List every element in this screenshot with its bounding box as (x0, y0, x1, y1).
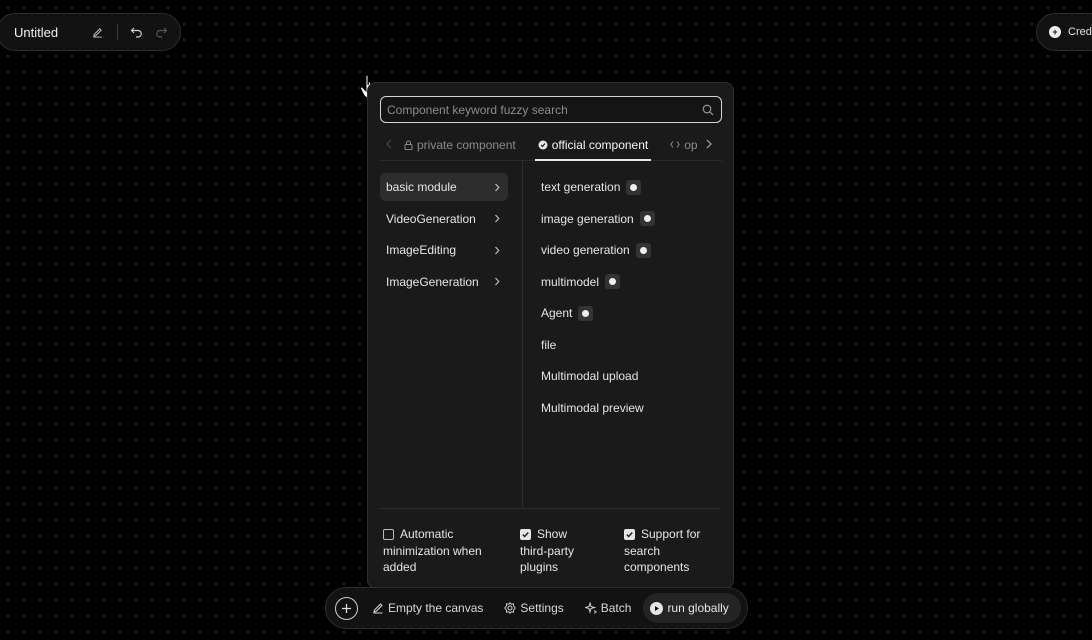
empty-canvas-button[interactable]: Empty the canvas (372, 601, 483, 615)
tab-label: private component (417, 137, 516, 152)
component-tabs: private component official component op (380, 129, 722, 161)
component-text-generation[interactable]: text generation (541, 173, 655, 201)
category-basic-module[interactable]: basic module (380, 173, 508, 201)
component-label: Multimodal preview (541, 400, 644, 415)
component-multimodal-preview[interactable]: Multimodal preview (541, 394, 655, 422)
option-line: Automatic (400, 527, 454, 541)
option-line: added (383, 560, 417, 574)
official-badge-icon (605, 274, 621, 289)
official-badge-icon (639, 211, 655, 226)
option-line: Show (537, 527, 568, 541)
tabs-scroll-left-icon[interactable] (386, 138, 392, 152)
plus-icon (342, 603, 351, 613)
empty-canvas-label: Empty the canvas (388, 601, 484, 615)
bottom-toolbar: Empty the canvas Settings Batch run glob… (325, 587, 748, 629)
play-icon (650, 601, 664, 615)
option-line: minimization when (383, 543, 482, 558)
category-image-generation[interactable]: ImageGeneration (380, 268, 508, 296)
chevron-right-icon (494, 277, 500, 286)
component-list: text generation image generation video g… (541, 173, 655, 425)
third-party-option[interactable]: Show third-party plugins (520, 526, 574, 576)
component-multimodel[interactable]: multimodel (541, 268, 655, 296)
component-label: Agent (541, 306, 573, 320)
option-label: Show third-party plugins (520, 526, 574, 576)
component-label: video generation (541, 243, 630, 257)
component-agent[interactable]: Agent (541, 299, 655, 327)
chevron-right-icon (494, 214, 500, 223)
component-label: multimodel (541, 274, 600, 289)
credit-icon: + (1049, 26, 1061, 38)
category-list: basic module VideoGeneration ImageEditin… (380, 173, 508, 299)
official-badge-icon (626, 179, 642, 195)
title-bar: Untitled (0, 13, 181, 51)
category-label: basic module (386, 180, 457, 194)
component-label: text generation (541, 180, 621, 194)
option-line: third-party (520, 543, 575, 558)
credit-label: Credi (1068, 26, 1092, 38)
chevron-right-icon (494, 246, 500, 255)
official-icon (538, 140, 548, 150)
tab-label: op (684, 137, 698, 152)
sparkle-icon (584, 602, 597, 614)
option-line: components (624, 560, 690, 574)
pencil-icon[interactable] (89, 24, 105, 40)
add-component-button[interactable] (335, 596, 358, 620)
tab-label: official component (551, 137, 649, 152)
component-file[interactable]: file (541, 331, 655, 359)
option-line: plugins (520, 560, 559, 574)
credit-button[interactable]: + Credi (1036, 13, 1092, 51)
project-title[interactable]: Untitled (14, 25, 89, 40)
component-label: Multimodal upload (541, 369, 639, 383)
eraser-icon (372, 602, 384, 614)
component-picker-panel: private component official component op … (367, 82, 734, 589)
search-input[interactable] (381, 97, 695, 122)
category-image-editing[interactable]: ImageEditing (380, 236, 508, 264)
official-badge-icon (578, 305, 594, 321)
option-label: Automatic minimization when added (383, 526, 482, 576)
option-line: search (624, 543, 661, 558)
batch-button[interactable]: Batch (584, 601, 632, 615)
divider (117, 24, 118, 40)
column-divider (522, 161, 523, 509)
category-video-generation[interactable]: VideoGeneration (380, 205, 508, 233)
settings-button[interactable]: Settings (504, 601, 564, 615)
options-divider (380, 508, 720, 509)
lock-icon (404, 140, 413, 150)
auto-minimize-option[interactable]: Automatic minimization when added (383, 526, 482, 576)
search-components-option[interactable]: Support for search components (624, 526, 700, 576)
run-globally-button[interactable]: run globally (643, 593, 741, 623)
category-label: ImageGeneration (386, 274, 479, 289)
component-image-generation[interactable]: image generation (541, 205, 655, 233)
component-label: file (541, 337, 557, 352)
component-multimodal-upload[interactable]: Multimodal upload (541, 362, 655, 390)
component-label: image generation (541, 211, 634, 226)
category-label: VideoGeneration (386, 211, 476, 226)
gear-icon (504, 602, 517, 614)
batch-label: Batch (600, 601, 632, 615)
option-label: Support for search components (624, 526, 700, 576)
tab-official-component[interactable]: official component (534, 129, 651, 161)
code-icon (670, 140, 681, 149)
search-box (380, 96, 722, 123)
tabs-scroll-right-icon[interactable] (706, 138, 712, 152)
run-globally-label: run globally (667, 601, 729, 615)
component-video-generation[interactable]: video generation (541, 236, 655, 264)
tab-private-component[interactable]: private component (404, 129, 516, 160)
settings-label: Settings (520, 601, 564, 615)
official-badge-icon (635, 242, 651, 258)
option-line: Support for (641, 527, 701, 541)
redo-icon[interactable] (153, 24, 169, 40)
undo-icon[interactable] (128, 24, 144, 40)
search-icon[interactable] (695, 104, 721, 116)
chevron-right-icon (494, 183, 500, 192)
category-label: ImageEditing (386, 243, 457, 257)
tab-open-component[interactable]: op (670, 129, 698, 160)
